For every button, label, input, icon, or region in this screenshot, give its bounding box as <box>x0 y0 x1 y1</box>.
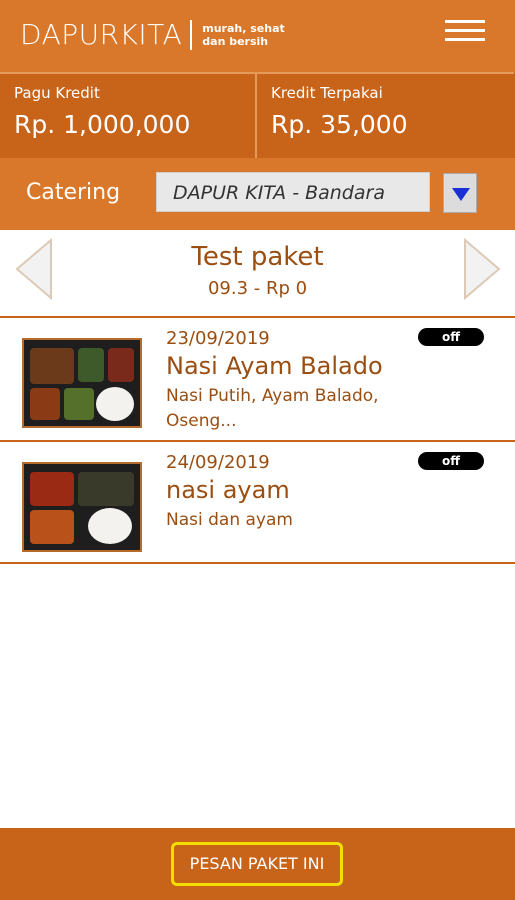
status-badge[interactable]: off <box>418 452 484 470</box>
package-title: Test paket <box>191 242 324 272</box>
credit-limit-box: Pagu Kredit Rp. 1,000,000 <box>0 72 257 158</box>
tagline-line1: murah, sehat <box>202 21 285 35</box>
status-badge[interactable]: off <box>418 328 484 346</box>
food-image <box>22 462 142 552</box>
item-date: 24/09/2019 <box>166 452 270 473</box>
food-image <box>22 338 142 428</box>
catering-label: Catering <box>26 180 121 205</box>
item-name: nasi ayam <box>166 476 290 504</box>
item-description: Nasi Putih, Ayam Balado, Oseng... <box>166 386 379 431</box>
tagline-line2: dan bersih <box>202 34 269 48</box>
logo-text: DAPURKITA <box>20 18 183 51</box>
catering-selected-value: DAPUR KITA - Bandara <box>173 182 385 204</box>
credit-limit-label: Pagu Kredit <box>14 84 100 102</box>
credit-used-label: Kredit Terpakai <box>271 84 383 102</box>
app-header: DAPURKITA murah, sehat dan bersih <box>0 0 515 72</box>
menu-list: 23/09/2019 Nasi Ayam Balado Nasi Putih, … <box>0 316 515 564</box>
footer-bar: PESAN PAKET INI <box>0 828 515 900</box>
hamburger-menu-icon[interactable] <box>445 20 485 46</box>
package-navigator: Test paket 09.3 - Rp 0 <box>0 230 515 315</box>
item-name: Nasi Ayam Balado <box>166 352 383 380</box>
credit-limit-value: Rp. 1,000,000 <box>14 110 191 139</box>
item-date: 23/09/2019 <box>166 328 270 349</box>
credit-used-value: Rp. 35,000 <box>271 110 408 139</box>
logo-divider <box>190 19 193 50</box>
triangle-down-icon <box>452 188 470 201</box>
logo: DAPURKITA murah, sehat dan bersih <box>20 18 285 51</box>
catering-dropdown-button[interactable] <box>443 173 477 213</box>
item-description: Nasi dan ayam <box>166 510 293 530</box>
credit-used-box: Kredit Terpakai Rp. 35,000 <box>257 72 514 158</box>
list-item[interactable]: 23/09/2019 Nasi Ayam Balado Nasi Putih, … <box>0 316 515 440</box>
package-subtitle: 09.3 - Rp 0 <box>207 278 308 299</box>
order-package-button[interactable]: PESAN PAKET INI <box>171 842 343 886</box>
credit-summary: Pagu Kredit Rp. 1,000,000 Kredit Terpaka… <box>0 72 515 158</box>
tagline: murah, sehat dan bersih <box>202 22 285 48</box>
list-item[interactable]: 24/09/2019 nasi ayam Nasi dan ayam off <box>0 440 515 564</box>
catering-select[interactable]: DAPUR KITA - Bandara <box>156 172 430 212</box>
chevron-right-icon[interactable] <box>462 238 502 300</box>
